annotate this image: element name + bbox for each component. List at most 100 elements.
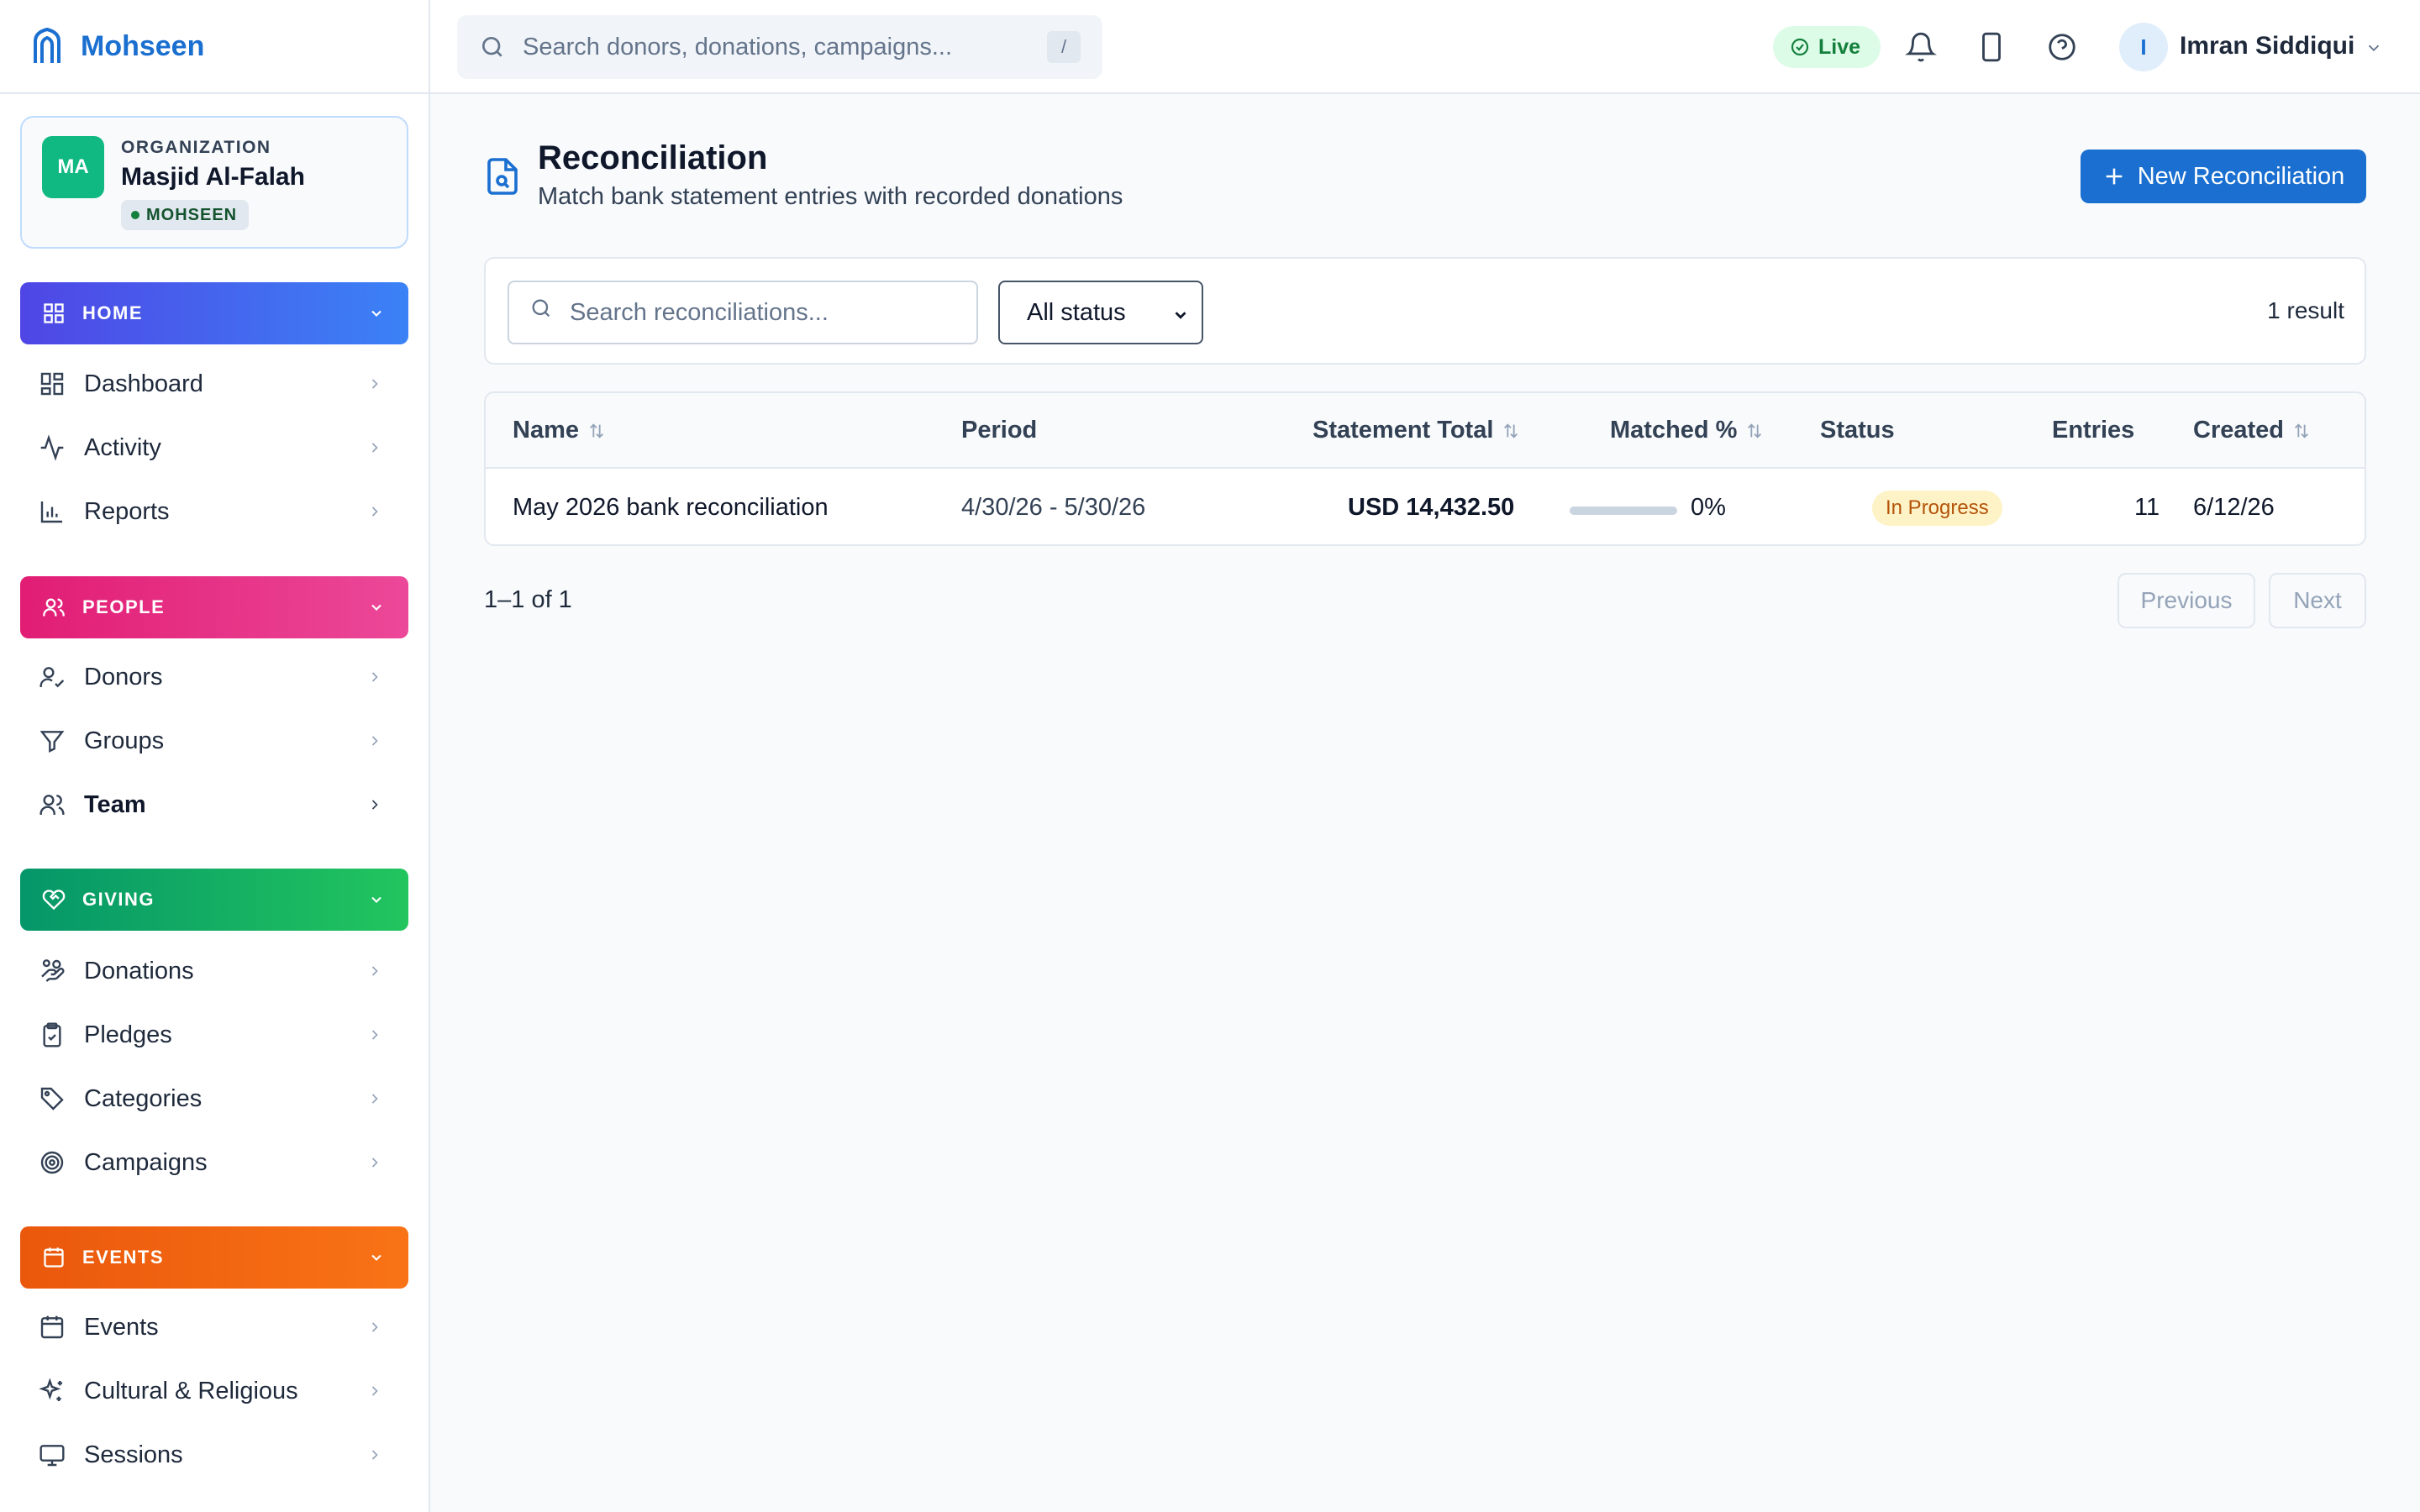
reconciliation-search[interactable] <box>508 281 978 344</box>
notifications-button[interactable] <box>1901 27 1941 67</box>
sidebar-item-events[interactable]: Events <box>20 1300 408 1354</box>
sidebar-item-reports[interactable]: Reports <box>20 485 408 538</box>
page-title: Reconciliation <box>538 139 768 176</box>
reconciliation-table: Name Period Statement Total Matched % St… <box>484 391 2366 546</box>
user-avatar[interactable]: I <box>2119 23 2168 71</box>
search-icon <box>482 37 502 57</box>
column-statement-total[interactable]: Statement Total <box>1313 417 1520 444</box>
filter-icon <box>39 731 65 753</box>
sort-icon <box>590 423 603 438</box>
column-period-label: Period <box>961 417 1038 444</box>
row-entries: 11 <box>2134 494 2160 521</box>
chevron-down-icon <box>371 604 381 611</box>
clipboard-check-icon <box>43 1022 61 1047</box>
sidebar-item-cultural-religious[interactable]: Cultural & Religious <box>20 1364 408 1418</box>
chevron-down-icon <box>371 310 381 317</box>
chevron-right-icon <box>371 507 378 517</box>
row-statement-total: USD 14,432.50 <box>1348 494 1515 521</box>
sidebar-item-pledges[interactable]: Pledges <box>20 1008 408 1062</box>
sidebar-item-team[interactable]: Team <box>20 778 408 832</box>
section-home[interactable]: HOME <box>20 282 408 344</box>
activity-icon <box>40 434 64 461</box>
hand-coins-icon <box>41 959 65 982</box>
target-icon <box>40 1151 64 1174</box>
chevron-down-icon <box>371 896 381 903</box>
monitor-icon <box>39 1445 65 1467</box>
plus-icon <box>2106 168 2123 185</box>
help-button[interactable] <box>2042 27 2082 67</box>
column-entries: Entries <box>2052 417 2134 444</box>
sidebar-item-label: Groups <box>84 727 165 754</box>
live-label: Live <box>1818 34 1861 59</box>
dashboard-icon <box>40 372 64 396</box>
column-status: Status <box>1820 417 1895 444</box>
check-circle-icon <box>1791 38 1809 56</box>
section-events[interactable]: EVENTS <box>20 1226 408 1289</box>
result-count: 1 result <box>2267 297 2344 323</box>
sidebar-item-donors[interactable]: Donors <box>20 650 408 704</box>
sidebar-item-campaigns[interactable]: Campaigns <box>20 1136 408 1189</box>
new-reconciliation-label: New Reconciliation <box>2137 162 2345 190</box>
calendar-icon <box>40 1315 64 1339</box>
live-status-badge: Live <box>1773 26 1881 68</box>
column-matched[interactable]: Matched % <box>1610 417 1764 444</box>
sidebar-item-label: Pledges <box>84 1021 172 1048</box>
smartphone-icon <box>1982 32 2001 62</box>
column-period: Period <box>961 417 1037 444</box>
row-period: 4/30/26 - 5/30/26 <box>961 494 1146 521</box>
mosque-logo-icon <box>34 28 60 63</box>
row-name[interactable]: May 2026 bank reconciliation <box>513 494 829 522</box>
chevron-right-icon <box>371 1322 378 1332</box>
filter-bar: All status 1 result <box>484 257 2366 365</box>
app: Mohseen MA ORGANIZATION Masjid Al-Falah … <box>0 0 2420 1512</box>
column-name[interactable]: Name <box>513 417 606 444</box>
sort-icon <box>2295 423 2308 438</box>
sort-icon <box>1504 423 1518 438</box>
reconciliation-search-input[interactable] <box>570 298 956 327</box>
sidebar-item-categories[interactable]: Categories <box>20 1072 408 1126</box>
sidebar-item-sessions[interactable]: Sessions <box>20 1428 408 1482</box>
chevron-right-icon <box>371 736 378 746</box>
next-page-button[interactable]: Next <box>2269 573 2366 628</box>
search-icon <box>532 299 550 318</box>
column-status-label: Status <box>1820 417 1895 444</box>
organization-label: ORGANIZATION <box>121 138 271 157</box>
tags-icon <box>40 1087 64 1110</box>
section-home-title: HOME <box>82 302 143 323</box>
chevron-right-icon <box>371 1158 378 1168</box>
sidebar-item-groups[interactable]: Groups <box>20 714 408 768</box>
page-subtitle: Match bank statement entries with record… <box>538 183 1123 210</box>
status-filter-value: All status <box>1027 298 1126 326</box>
section-people[interactable]: PEOPLE <box>20 576 408 638</box>
chevron-right-icon <box>371 379 378 389</box>
sidebar-item-dashboard[interactable]: Dashboard <box>20 357 408 411</box>
sidebar-item-label: Donors <box>84 663 163 690</box>
section-events-title: EVENTS <box>82 1247 165 1268</box>
chevron-down-icon[interactable] <box>2365 39 2383 57</box>
global-search-input[interactable] <box>523 33 993 61</box>
chevron-right-icon <box>371 672 378 682</box>
new-reconciliation-button[interactable]: New Reconciliation <box>2081 150 2366 203</box>
sparkles-icon <box>39 1378 62 1401</box>
chevron-right-icon <box>371 1030 378 1040</box>
column-name-label: Name <box>513 417 579 444</box>
status-filter-select[interactable]: All status <box>998 281 1203 344</box>
mobile-view-button[interactable] <box>1971 27 2012 67</box>
sidebar-item-label: Campaigns <box>84 1148 208 1176</box>
previous-page-button[interactable]: Previous <box>2118 573 2255 628</box>
global-search[interactable]: / <box>457 15 1102 79</box>
section-giving-title: GIVING <box>82 889 155 910</box>
brand[interactable]: Mohseen <box>0 0 429 94</box>
user-name[interactable]: Imran Siddiqui <box>2180 32 2354 60</box>
organization-card[interactable]: MA ORGANIZATION Masjid Al-Falah MOHSEEN <box>20 116 408 249</box>
table-header: Name Period Statement Total Matched % St… <box>486 393 2365 469</box>
sidebar-item-label: Donations <box>84 957 194 984</box>
file-search-icon <box>487 158 518 195</box>
pagination-range: 1–1 of 1 <box>484 586 572 613</box>
column-created[interactable]: Created <box>2193 417 2311 444</box>
calendar-icon <box>44 1247 64 1268</box>
sidebar-item-activity[interactable]: Activity <box>20 421 408 475</box>
section-giving[interactable]: GIVING <box>20 869 408 931</box>
sidebar-item-donations[interactable]: Donations <box>20 944 408 998</box>
chevron-down-icon <box>1175 312 1186 319</box>
